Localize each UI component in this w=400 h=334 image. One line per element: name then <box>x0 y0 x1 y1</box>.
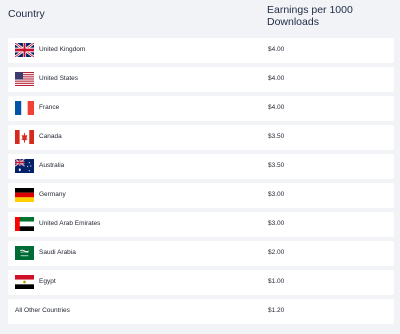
country-name: Australia <box>39 162 65 169</box>
country-name: All Other Countries <box>15 307 70 314</box>
table-row: Egypt $1.00 <box>8 270 394 295</box>
uk-flag-icon <box>15 43 34 57</box>
table-header: Country Earnings per 1000 Downloads <box>0 0 400 36</box>
country-name: Canada <box>39 133 62 140</box>
australia-flag-icon <box>15 159 34 173</box>
country-name: United States <box>39 75 79 82</box>
us-flag-icon <box>15 72 34 86</box>
canada-flag-icon <box>15 130 34 144</box>
country-name: Egypt <box>39 278 56 285</box>
earnings-table: Country Earnings per 1000 Downloads Unit… <box>0 0 400 334</box>
country-name: United Arab Emirates <box>39 220 101 227</box>
table-row: United Arab Emirates $3.00 <box>8 212 394 237</box>
uae-flag-icon <box>15 217 34 231</box>
france-flag-icon <box>15 101 34 115</box>
earnings-value: $3.50 <box>268 133 285 140</box>
country-name: Germany <box>39 191 66 198</box>
table-row: Germany $3.00 <box>8 183 394 208</box>
table-row: Canada $3.50 <box>8 125 394 150</box>
table-row: United Kingdom $4.00 <box>8 38 394 63</box>
earnings-value: $1.20 <box>268 307 285 314</box>
table-body: United Kingdom $4.00 United States $4.00… <box>8 38 394 328</box>
saudi-arabia-flag-icon <box>15 246 34 260</box>
earnings-value: $3.00 <box>268 191 285 198</box>
table-row: All Other Countries $1.20 <box>8 299 394 324</box>
earnings-value: $4.00 <box>268 46 285 53</box>
earnings-value: $2.00 <box>268 249 285 256</box>
earnings-value: $1.00 <box>268 278 285 285</box>
table-row: United States $4.00 <box>8 67 394 92</box>
country-name: France <box>39 104 60 111</box>
germany-flag-icon <box>15 188 34 202</box>
earnings-value: $4.00 <box>268 75 285 82</box>
country-name: United Kingdom <box>39 46 86 53</box>
table-row: Saudi Arabia $2.00 <box>8 241 394 266</box>
header-earnings: Earnings per 1000 Downloads <box>267 4 353 28</box>
table-row: France $4.00 <box>8 96 394 121</box>
earnings-value: $3.00 <box>268 220 285 227</box>
table-row: Australia $3.50 <box>8 154 394 179</box>
country-name: Saudi Arabia <box>39 249 76 256</box>
header-country: Country <box>8 8 45 20</box>
earnings-value: $3.50 <box>268 162 285 169</box>
earnings-value: $4.00 <box>268 104 285 111</box>
egypt-flag-icon <box>15 275 34 289</box>
